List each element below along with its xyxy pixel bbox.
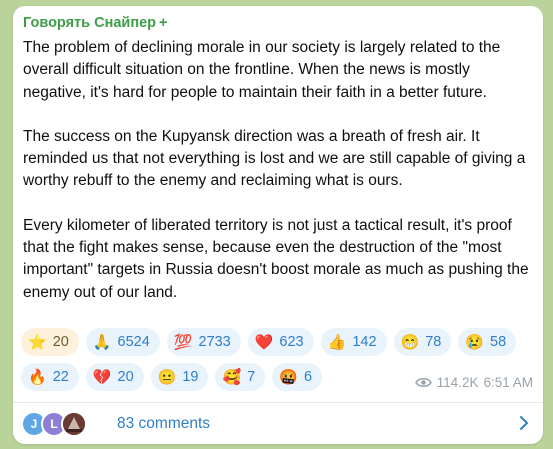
message-text: The problem of declining morale in our s…	[23, 37, 535, 304]
reaction-fire-button[interactable]: 🔥 22	[21, 363, 79, 391]
neutral-face-icon: 😐	[157, 368, 177, 386]
praying-hands-icon: 🙏	[92, 333, 112, 351]
view-count: 114.2K	[436, 375, 479, 390]
reaction-count: 20	[117, 369, 134, 385]
reaction-count: 7	[247, 369, 256, 385]
broken-heart-icon: 💔	[92, 368, 112, 386]
avatar	[61, 410, 87, 437]
reaction-count: 6	[303, 369, 313, 385]
plus-icon: +	[159, 15, 168, 31]
reaction-count: 58	[490, 334, 507, 350]
reaction-broken-heart-button[interactable]: 💔 20	[85, 363, 144, 391]
reaction-star-button[interactable]: ⭐ 20	[21, 328, 79, 356]
message-bubble: Говорять Снайпер + The problem of declini…	[13, 6, 543, 444]
channel-header[interactable]: Говорять Снайпер +	[23, 15, 167, 31]
reaction-count: 20	[52, 334, 69, 350]
message-paragraph: The success on the Kupyansk direction wa…	[23, 127, 526, 190]
commenter-avatars: J L	[21, 410, 101, 438]
reaction-thumbs-up-button[interactable]: 👍 142	[320, 328, 387, 356]
reaction-grin-button[interactable]: 😁 78	[393, 328, 452, 356]
red-heart-icon: ❤️	[254, 333, 274, 351]
beaming-face-icon: 😁	[400, 333, 420, 351]
reaction-heart-button[interactable]: ❤️ 623	[247, 328, 314, 356]
reaction-pray-button[interactable]: 🙏 6524	[85, 328, 160, 356]
reaction-count: 78	[425, 334, 442, 350]
hundred-points-icon: 💯	[173, 333, 193, 351]
comments-button[interactable]: J L 83 comments	[13, 403, 543, 444]
reaction-count: 2733	[198, 334, 231, 350]
comments-count[interactable]: 83 comments	[117, 415, 210, 433]
reaction-cursing-button[interactable]: 🤬 6	[272, 363, 323, 391]
reaction-count: 623	[279, 334, 304, 350]
smiling-hearts-face-icon: 🥰	[222, 368, 242, 386]
message-paragraph: The problem of declining morale in our s…	[23, 39, 501, 101]
reaction-count: 6524	[117, 334, 150, 350]
channel-name[interactable]: Говорять Снайпер	[23, 15, 156, 31]
message-time: 6:51 AM	[483, 375, 533, 390]
reaction-count: 19	[182, 369, 199, 385]
crying-face-icon: 😢	[465, 333, 485, 351]
message-paragraph: Every kilometer of liberated territory i…	[23, 216, 529, 301]
star-icon: ⭐	[28, 333, 47, 351]
reaction-count: 142	[352, 334, 377, 350]
eye-icon	[414, 378, 432, 387]
avatar-photo-icon	[63, 412, 85, 435]
reaction-hearts-face-button[interactable]: 🥰 7	[215, 363, 266, 391]
cursing-face-icon: 🤬	[279, 368, 298, 386]
reaction-cry-button[interactable]: 😢 58	[458, 328, 517, 356]
reactions-row: ⭐ 20 🙏 6524 💯 2733 ❤️ 623 👍 142 😁 78 😢 5…	[21, 328, 533, 356]
message-meta: 114.2K 6:51 AM	[414, 375, 533, 390]
reaction-count: 22	[52, 369, 69, 385]
reaction-hundred-button[interactable]: 💯 2733	[166, 328, 241, 356]
fire-icon: 🔥	[28, 368, 47, 386]
chevron-right-icon[interactable]	[519, 415, 529, 431]
thumbs-up-icon: 👍	[327, 333, 347, 351]
reaction-neutral-button[interactable]: 😐 19	[150, 363, 209, 391]
